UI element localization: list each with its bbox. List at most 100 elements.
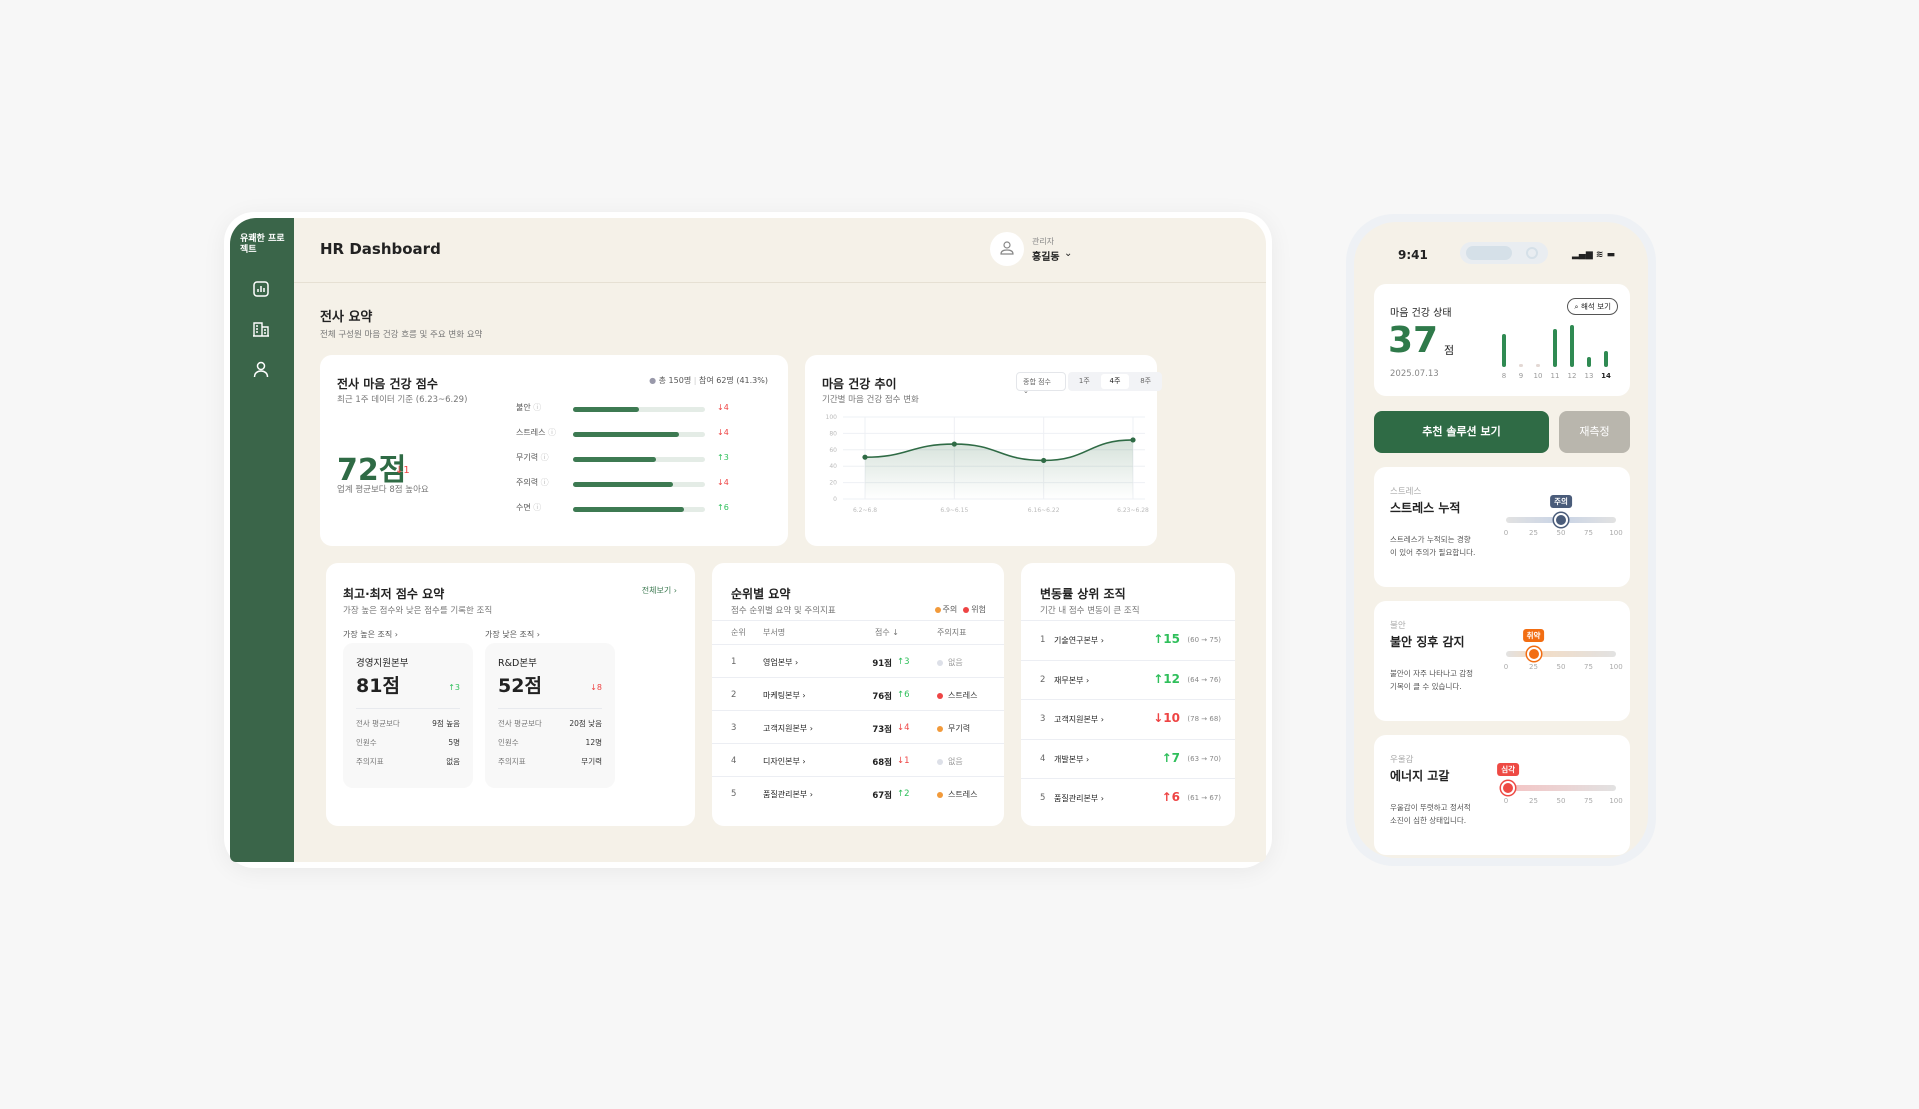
period-tab[interactable]: 8주 <box>1131 374 1160 389</box>
dept-link[interactable]: 영업본부 › <box>763 657 798 668</box>
indicator-category: 스트레스 <box>1390 487 1422 497</box>
view-all-link[interactable]: 전체보기 › <box>642 585 677 596</box>
card-subtitle: 기간 내 점수 변동이 큰 조직 <box>1040 606 1140 616</box>
metric-bar <box>573 482 705 487</box>
high-org-label[interactable]: 가장 높은 조직 › <box>343 629 398 640</box>
person-icon: ● <box>649 376 657 385</box>
org-name: 경영지원본부 <box>356 658 409 669</box>
avatar[interactable] <box>990 232 1024 266</box>
table-row[interactable]: 2 마케팅본부 › 76점 ↑6 스트레스 <box>712 677 1004 710</box>
view-all-label: 전체보기 <box>641 586 672 595</box>
high-org-card[interactable]: 경영지원본부 81점 ↑3 전사 평균보다 9점 높음 인원수 5명 주의지표 없음 <box>343 643 473 788</box>
info-icon[interactable]: ⓘ <box>533 403 541 412</box>
period-tab[interactable]: 1주 <box>1070 374 1099 389</box>
score-unit: 점 <box>1444 344 1455 357</box>
warning-indicator: 없음 <box>937 756 963 767</box>
org-delta: ↑3 <box>448 683 460 692</box>
table-row[interactable]: 1 영업본부 › 91점 ↑3 없음 <box>712 644 1004 677</box>
section-subtitle: 전체 구성원 마음 건강 흐름 및 주요 변화 요약 <box>320 330 483 340</box>
building-icon[interactable] <box>250 320 272 342</box>
day-bar <box>1502 334 1506 367</box>
level-tag: 취약 <box>1522 629 1545 642</box>
day-label: 8 <box>1501 372 1507 380</box>
metric-delta: ↓4 <box>717 428 729 437</box>
metric-label: 주의력 ⓘ <box>516 478 549 487</box>
dept-link[interactable]: 디자인본부 › <box>763 756 806 767</box>
dept-link[interactable]: 기술연구본부 › <box>1054 635 1104 646</box>
score-type-select[interactable]: 종합 점수 ⌄ <box>1016 372 1066 395</box>
header: HR Dashboard 관리자 홍길동 ⌄ <box>294 218 1266 283</box>
table-row[interactable]: 4 디자인본부 › 68점 ↓1 없음 <box>712 743 1004 776</box>
low-org-card[interactable]: R&D본부 52점 ↓8 전사 평균보다 20점 낮음 인원수 12명 주의지표 무기력 <box>485 643 615 788</box>
indicator-desc: 스트레스가 누적되는 경향 이 있어 주의가 필요합니다. <box>1390 535 1476 557</box>
indicator-category: 우울감 <box>1390 755 1414 765</box>
card-title: 변동률 상위 조직 <box>1040 587 1126 601</box>
change-row[interactable]: 5 품질관리본부 › ↑6 (61 → 67) <box>1021 778 1235 817</box>
chart-icon[interactable] <box>250 280 272 302</box>
remeasure-button[interactable]: 재측정 <box>1559 411 1630 453</box>
metric-delta: ↓4 <box>717 478 729 487</box>
tablet-frame: 유쾌한 프로젝트 HR Dashboard 관리자 홍길동 ⌄ 전사 요약 전체… <box>224 212 1272 868</box>
slider-knob <box>1554 513 1568 527</box>
dept-link[interactable]: 개발본부 › <box>1054 754 1089 765</box>
interpret-button[interactable]: ⌕ 해석 보기 <box>1567 298 1618 315</box>
person-icon[interactable] <box>250 360 272 382</box>
org-stat-row: 주의지표 무기력 <box>498 757 602 766</box>
change-row[interactable]: 2 재무본부 › ↑12 (64 → 76) <box>1021 659 1235 699</box>
card-subtitle: 최근 1주 데이터 기준 (6.23~6.29) <box>337 395 468 405</box>
card-subtitle: 기간별 마음 건강 점수 변화 <box>822 395 919 405</box>
table-row[interactable]: 5 품질관리본부 › 67점 ↑2 스트레스 <box>712 776 1004 809</box>
trend-card: 마음 건강 추이 기간별 마음 건강 점수 변화 종합 점수 ⌄ 1주 4주 8주 … <box>805 355 1162 546</box>
warning-indicator: 스트레스 <box>937 789 977 800</box>
chevron-down-icon[interactable]: ⌄ <box>1064 248 1072 259</box>
period-tab[interactable]: 4주 <box>1100 374 1130 389</box>
metric-delta: ↓4 <box>717 403 729 412</box>
org-score: 81점 <box>356 675 400 697</box>
info-icon[interactable]: ⓘ <box>541 478 549 487</box>
card-title: 마음 건강 추이 <box>822 377 897 391</box>
level-slider: 주의 <box>1506 495 1616 527</box>
indicator-card[interactable]: 불안 불안 징후 감지 불안이 자주 나타나고 감정 기복이 클 수 있습니다. … <box>1374 601 1630 721</box>
info-icon[interactable]: ⓘ <box>533 503 541 512</box>
level-slider: 취약 <box>1506 629 1616 661</box>
indicator-card[interactable]: 스트레스 스트레스 누적 스트레스가 누적되는 경향 이 있어 주의가 필요합니다… <box>1374 467 1630 587</box>
legend-item: 위험 <box>963 605 986 614</box>
dept-link[interactable]: 재무본부 › <box>1054 675 1089 686</box>
user-name[interactable]: 홍길동 <box>1032 248 1060 263</box>
search-icon: ⌕ <box>1574 302 1579 311</box>
change-row[interactable]: 3 고객지원본부 › ↓10 (78 → 68) <box>1021 699 1235 738</box>
warning-indicator: 없음 <box>937 657 963 668</box>
metric-label: 무기력 ⓘ <box>516 453 549 462</box>
org-stat-row: 인원수 12명 <box>498 738 602 747</box>
table-row[interactable]: 3 고객지원본부 › 73점 ↓4 무기력 <box>712 710 1004 743</box>
score-card: 전사 마음 건강 점수 최근 1주 데이터 기준 (6.23~6.29) ● 총… <box>320 355 788 546</box>
rank-card: 순위별 요약 점수 순위별 요약 및 주의지표 주의 위험 순위 부서명 점수 ↓ 주의… <box>712 563 1004 826</box>
y-tick-label: 80 <box>829 430 837 437</box>
dept-link[interactable]: 품질관리본부 › <box>763 789 813 800</box>
card-title: 최고·최저 점수 요약 <box>343 587 445 601</box>
recommend-button[interactable]: 추천 솔루션 보기 <box>1374 411 1549 453</box>
change-row[interactable]: 1 기술연구본부 › ↑15 (60 → 75) <box>1021 620 1235 659</box>
day-bar <box>1604 351 1608 367</box>
org-name: R&D본부 <box>498 658 537 669</box>
low-org-label[interactable]: 가장 낮은 조직 › <box>485 629 540 640</box>
table-header: 순위 부서명 점수 ↓ 주의지표 <box>712 620 1004 644</box>
indicator-card[interactable]: 우울감 에너지 고갈 우울감이 뚜렷하고 정서적 소진이 심한 상태입니다. 심각… <box>1374 735 1630 855</box>
metric-label: 스트레스 ⓘ <box>516 428 556 437</box>
info-icon[interactable]: ⓘ <box>548 428 556 437</box>
data-point <box>862 454 868 460</box>
logo: 유쾌한 프로젝트 <box>240 234 285 255</box>
dept-link[interactable]: 마케팅본부 › <box>763 690 806 701</box>
dept-link[interactable]: 품질관리본부 › <box>1054 793 1104 804</box>
y-tick-label: 100 <box>826 414 838 421</box>
change-row[interactable]: 4 개발본부 › ↑7 (63 → 70) <box>1021 738 1235 778</box>
org-score: 52점 <box>498 675 542 697</box>
dept-link[interactable]: 고객지원본부 › <box>763 723 813 734</box>
day-bar <box>1587 356 1591 367</box>
indicator-desc: 불안이 자주 나타나고 감정 기복이 클 수 있습니다. <box>1390 669 1474 691</box>
card-subtitle: 점수 순위별 요약 및 주의지표 <box>731 606 836 616</box>
metric-bar <box>573 432 705 437</box>
card-title: 전사 마음 건강 점수 <box>337 377 438 391</box>
dept-link[interactable]: 고객지원본부 › <box>1054 714 1104 725</box>
info-icon[interactable]: ⓘ <box>541 453 549 462</box>
